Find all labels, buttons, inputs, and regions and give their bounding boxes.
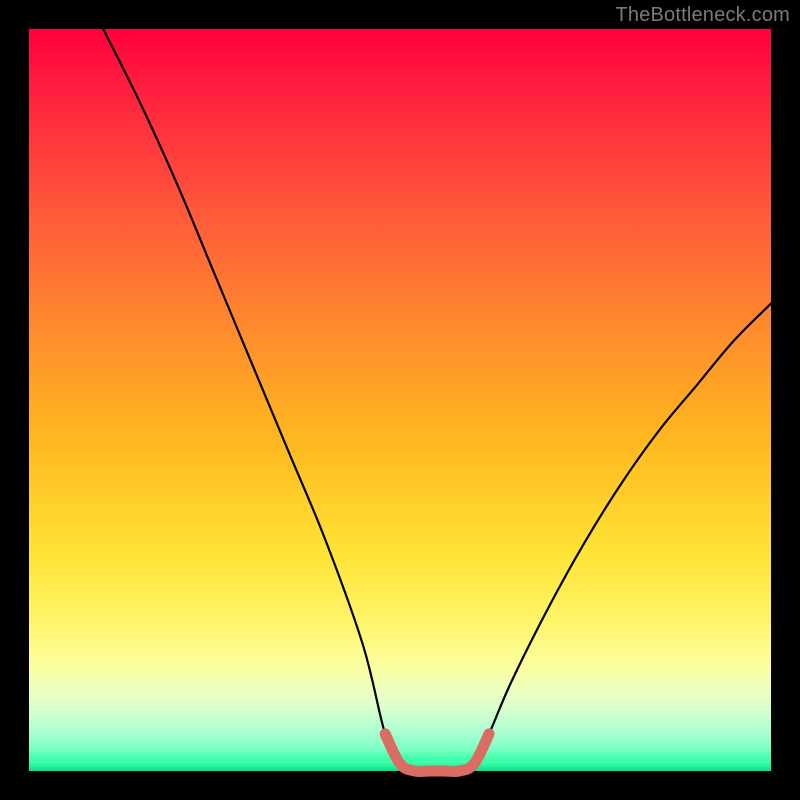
chart-frame: TheBottleneck.com bbox=[0, 0, 800, 800]
bottleneck-curve bbox=[103, 29, 771, 772]
watermark-text: TheBottleneck.com bbox=[615, 4, 790, 27]
curve-layer bbox=[29, 29, 771, 771]
plot-area bbox=[29, 29, 771, 771]
highlight-minimum bbox=[385, 734, 489, 772]
